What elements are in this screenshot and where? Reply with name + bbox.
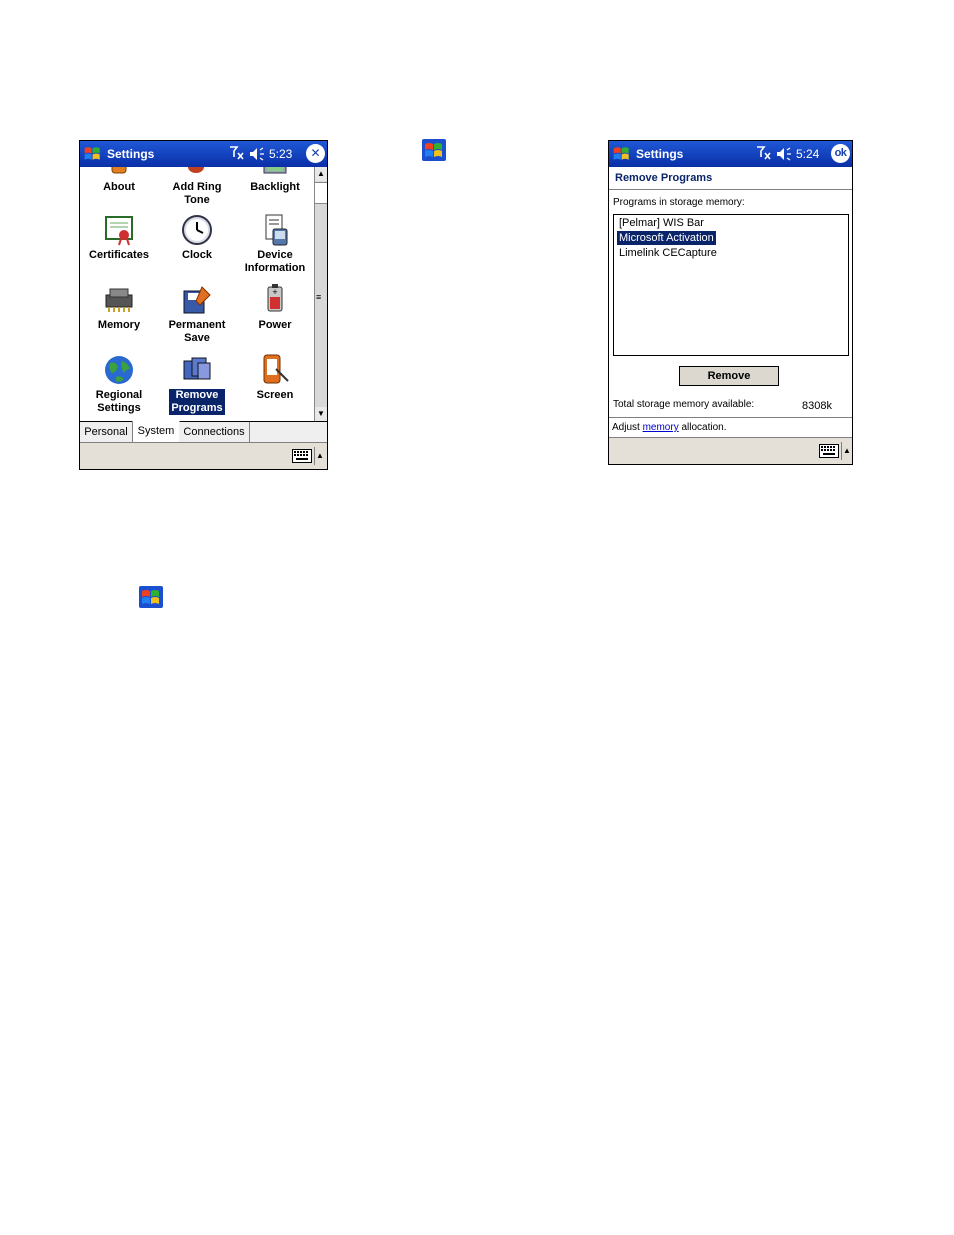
backlight-icon — [258, 167, 292, 179]
certificate-icon — [102, 213, 136, 247]
signal-off-icon[interactable] — [755, 144, 773, 162]
menu-bar: ▲ — [80, 442, 327, 469]
keyboard-icon[interactable] — [292, 449, 312, 463]
total-storage-value: 8308k — [802, 400, 832, 412]
scroll-down-arrow-icon[interactable]: ▼ — [315, 407, 327, 421]
setting-label: Backlight — [250, 181, 300, 193]
setting-clock[interactable]: Clock — [158, 213, 236, 283]
setting-label: Certificates — [89, 249, 149, 261]
list-item[interactable]: Limelink CECapture — [617, 246, 719, 260]
memory-link[interactable]: memory — [643, 422, 679, 433]
setting-remove-programs[interactable]: Remove Programs — [158, 353, 236, 421]
screen-stylus-icon — [258, 353, 292, 387]
title-bar: Settings 5:24 ok — [609, 141, 852, 167]
setting-label-selected: Remove Programs — [169, 389, 225, 415]
divider — [609, 189, 852, 190]
setting-label: Device Information — [244, 249, 306, 274]
list-item-selected[interactable]: Microsoft Activation — [616, 230, 717, 246]
scroll-grip-icon: ≡ — [316, 292, 322, 302]
speaker-icon[interactable] — [248, 145, 266, 163]
clock-time[interactable]: 5:23 — [269, 147, 292, 161]
about-icon — [102, 167, 136, 179]
setting-memory[interactable]: Memory — [80, 283, 158, 353]
setting-label: Screen — [256, 389, 294, 401]
settings-system-screen: Settings 5:23 ✕ About Add Ring Tone Back… — [79, 140, 328, 470]
memory-chip-icon — [102, 283, 136, 317]
title-bar: Settings 5:23 ✕ — [80, 141, 327, 167]
tab-connections[interactable]: Connections — [179, 422, 250, 443]
permanent-save-icon — [180, 283, 214, 317]
windows-flag-icon — [138, 585, 164, 609]
svg-text:+: + — [272, 287, 277, 297]
close-button[interactable]: ✕ — [306, 144, 325, 163]
clock-icon — [180, 213, 214, 247]
signal-off-icon[interactable] — [228, 144, 246, 162]
menu-bar: ▲ — [609, 437, 852, 464]
keyboard-icon[interactable] — [819, 444, 839, 458]
window-title: Settings — [107, 147, 155, 161]
setting-backlight[interactable]: Backlight — [236, 167, 314, 215]
setting-label: Permanent Save — [168, 319, 226, 344]
windows-flag-icon — [421, 138, 447, 162]
vertical-scrollbar[interactable]: ▲ ≡ ▼ — [314, 167, 327, 421]
list-item[interactable]: [Pelmar] WIS Bar — [617, 216, 706, 230]
page-title: Remove Programs — [615, 172, 713, 184]
adjust-memory-text: Adjust memory allocation. — [612, 422, 727, 433]
setting-power[interactable]: + Power — [236, 283, 314, 353]
setting-label: Add Ring Tone — [172, 181, 222, 206]
speaker-icon[interactable] — [775, 145, 793, 163]
setting-add-ring-tone[interactable]: Add Ring Tone — [158, 167, 236, 215]
setting-regional-settings[interactable]: Regional Settings — [80, 353, 158, 421]
window-title: Settings — [636, 147, 684, 161]
programs-list-label: Programs in storage memory: — [613, 197, 745, 208]
start-menu-flag-icon[interactable] — [82, 142, 105, 165]
setting-label: Clock — [182, 249, 212, 261]
setting-about[interactable]: About — [80, 167, 158, 215]
setting-screen[interactable]: Screen — [236, 353, 314, 421]
setting-permanent-save[interactable]: Permanent Save — [158, 283, 236, 353]
ring-tone-icon — [180, 167, 214, 179]
setting-label: Memory — [97, 319, 141, 331]
divider — [609, 417, 852, 418]
total-storage-label: Total storage memory available: — [613, 399, 755, 410]
setting-certificates[interactable]: Certificates — [80, 213, 158, 283]
globe-icon — [102, 353, 136, 387]
battery-icon: + — [258, 283, 292, 317]
input-panel-arrow-icon[interactable]: ▲ — [314, 447, 325, 465]
device-info-icon — [258, 213, 292, 247]
scroll-up-arrow-icon[interactable]: ▲ — [315, 167, 327, 181]
start-menu-flag-icon[interactable] — [611, 142, 634, 165]
setting-label: Power — [258, 319, 292, 331]
clock-time[interactable]: 5:24 — [796, 147, 819, 161]
ok-button[interactable]: ok — [831, 144, 850, 163]
remove-programs-icon — [180, 353, 214, 387]
tab-bar: Personal System Connections — [80, 421, 327, 444]
programs-listbox[interactable]: [Pelmar] WIS Bar Microsoft Activation Li… — [613, 214, 849, 356]
tab-personal[interactable]: Personal — [80, 422, 133, 443]
setting-label: About — [103, 181, 135, 193]
settings-icon-grid: About Add Ring Tone Backlight Certificat… — [80, 167, 314, 421]
remove-button[interactable]: Remove — [679, 366, 779, 386]
setting-device-information[interactable]: Device Information — [236, 213, 314, 283]
remove-programs-screen: Settings 5:24 ok Remove Programs Program… — [608, 140, 853, 465]
input-panel-arrow-icon[interactable]: ▲ — [841, 442, 852, 460]
setting-label: Regional Settings — [95, 389, 143, 414]
scroll-thumb[interactable] — [315, 182, 327, 204]
tab-system[interactable]: System — [132, 421, 180, 443]
